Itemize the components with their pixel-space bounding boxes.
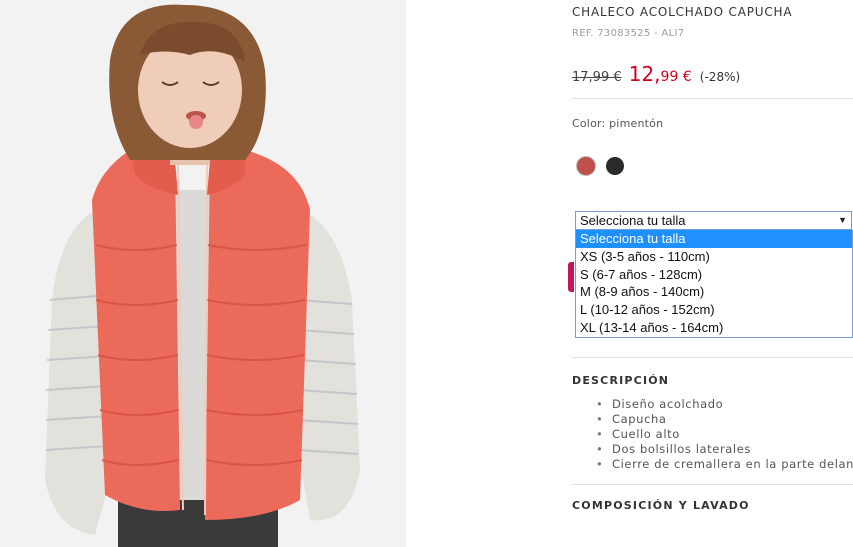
add-to-cart-button-edge[interactable] (568, 262, 574, 292)
size-option-l[interactable]: L (10-12 años - 152cm) (576, 301, 852, 319)
size-option-m[interactable]: M (8-9 años - 140cm) (576, 283, 852, 301)
price-row: 17,99 € 12,99 € (-28%) (572, 62, 740, 88)
product-info-panel: CHALECO ACOLCHADO CAPUCHA REF. 73083525 … (568, 0, 853, 547)
size-option-xs[interactable]: XS (3-5 años - 110cm) (576, 248, 852, 266)
list-item: Capucha (594, 412, 853, 427)
size-option-xl[interactable]: XL (13-14 años - 164cm) (576, 319, 852, 337)
old-price: 17,99 € (572, 70, 622, 85)
size-select[interactable]: Selecciona tu talla ▼ (575, 211, 852, 230)
list-item: Cierre de cremallera en la parte delante… (594, 457, 853, 472)
product-image[interactable] (0, 0, 406, 547)
color-swatch-pimenton[interactable] (577, 157, 595, 175)
list-item: Dos bolsillos laterales (594, 442, 853, 457)
color-label: Color: pimentón (572, 117, 664, 130)
list-item: Cuello alto (594, 427, 853, 442)
product-photo-illustration (0, 0, 406, 547)
description-heading[interactable]: DESCRIPCIÓN (572, 374, 669, 387)
size-option-s[interactable]: S (6-7 años - 128cm) (576, 266, 852, 284)
sale-price: 12,99 € (629, 62, 692, 86)
list-item: Diseño acolchado (594, 397, 853, 412)
product-title: CHALECO ACOLCHADO CAPUCHA (572, 5, 793, 19)
composition-heading[interactable]: COMPOSICIÓN Y LAVADO (572, 499, 750, 512)
discount-badge: (-28%) (699, 70, 741, 84)
divider (572, 98, 853, 99)
chevron-down-icon: ▼ (838, 215, 847, 225)
description-list: Diseño acolchado Capucha Cuello alto Dos… (594, 397, 853, 472)
size-select-value: Selecciona tu talla (580, 213, 686, 228)
sale-price-decimals: 99 € (660, 69, 692, 85)
divider (572, 357, 853, 358)
sale-price-integer: 12, (628, 62, 661, 86)
divider (572, 484, 853, 485)
product-reference: REF. 73083525 - ALI7 (572, 28, 685, 39)
color-swatch-black[interactable] (606, 157, 624, 175)
size-dropdown-list: Selecciona tu talla XS (3-5 años - 110cm… (575, 230, 853, 338)
size-option[interactable]: Selecciona tu talla (576, 230, 852, 248)
